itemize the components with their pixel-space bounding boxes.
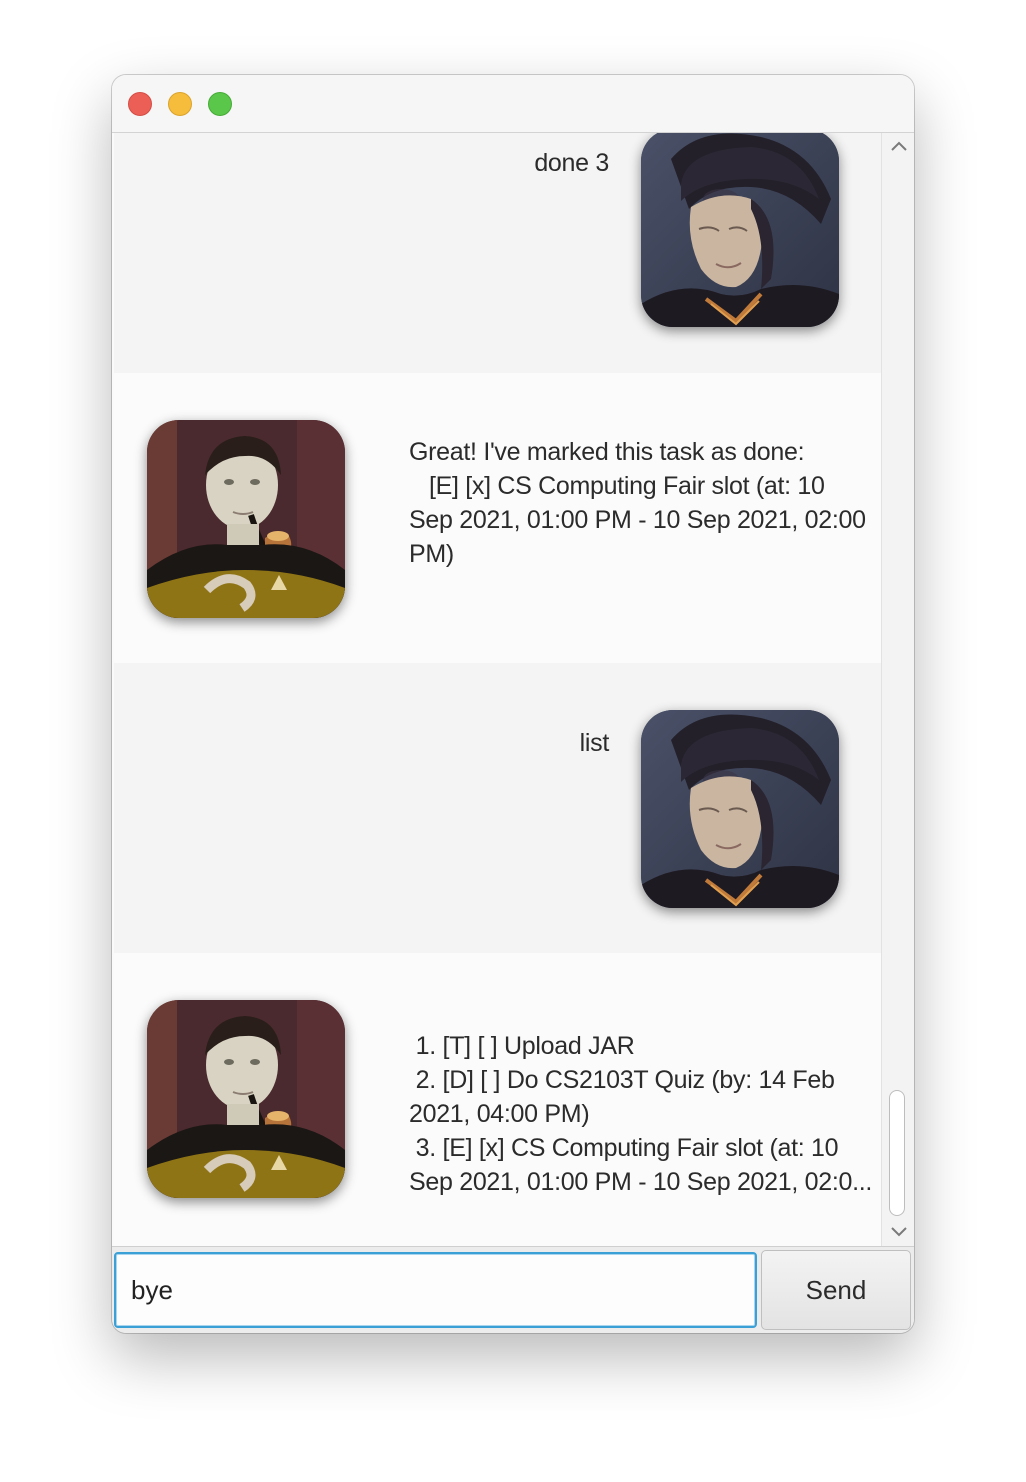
minimize-window-button[interactable] [168, 92, 192, 116]
user-dialog-box: list [114, 663, 881, 953]
user-message-text: list [579, 729, 610, 757]
bot-message-text: 1. [T] [ ] Upload JAR 2. [D] [ ] Do CS21… [409, 1032, 873, 1196]
close-window-button[interactable] [128, 92, 152, 116]
bot-dialog-box: Great! I've marked this task as done: [E… [114, 373, 881, 663]
app-window: done 3 Great! I've marked this task as d… [112, 75, 914, 1333]
scrollbar-thumb[interactable] [889, 1090, 905, 1216]
portrait-painting-avatar [641, 133, 839, 327]
maximize-window-button[interactable] [208, 92, 232, 116]
user-dialog-box: done 3 [114, 133, 881, 373]
vertical-scrollbar[interactable] [881, 133, 914, 1246]
android-with-pipe-avatar [147, 1000, 345, 1198]
bot-message-text: Great! I've marked this task as done: [E… [409, 438, 866, 568]
user-message-text: done 3 [534, 149, 609, 177]
scroll-up-arrow-icon[interactable] [882, 133, 914, 159]
send-button[interactable]: Send [761, 1250, 911, 1330]
scroll-down-arrow-icon[interactable] [882, 1219, 914, 1245]
portrait-painting-avatar [641, 710, 839, 908]
dialog-scroll-pane[interactable]: done 3 Great! I've marked this task as d… [112, 133, 914, 1246]
title-bar [112, 75, 914, 133]
android-with-pipe-avatar [147, 420, 345, 618]
message-input[interactable] [114, 1252, 757, 1328]
input-bar: Send [112, 1246, 914, 1333]
bot-dialog-box: 1. [T] [ ] Upload JAR 2. [D] [ ] Do CS21… [114, 953, 881, 1246]
